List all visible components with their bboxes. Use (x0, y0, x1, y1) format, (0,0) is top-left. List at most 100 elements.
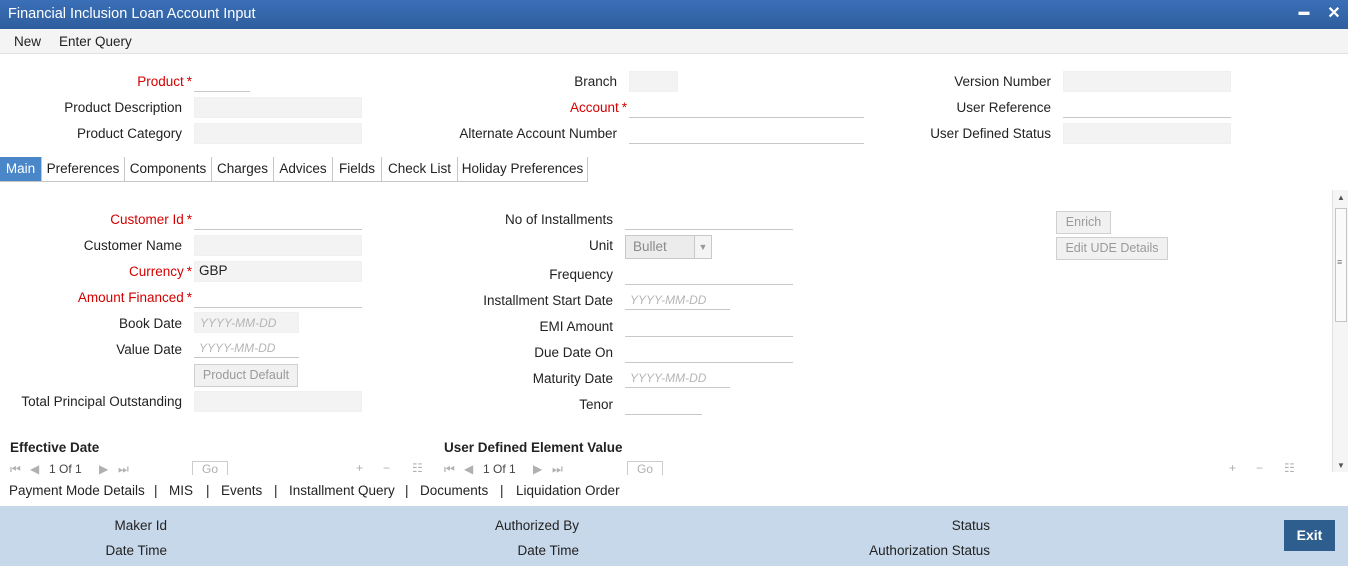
required-marker: * (186, 212, 192, 227)
link-separator: | (500, 483, 504, 498)
last-page-icon[interactable]: ⏭ (552, 462, 563, 475)
next-page-icon[interactable]: ▶ (533, 462, 542, 475)
minimize-icon[interactable]: ▬ (1294, 6, 1314, 28)
customer-name-label: Customer Name (83, 238, 182, 253)
tab-preferences[interactable]: Preferences (42, 157, 125, 182)
exit-button[interactable]: Exit (1284, 520, 1335, 551)
enter-query-menu-item[interactable]: Enter Query (59, 34, 132, 49)
delete-row-icon[interactable]: − (1256, 461, 1263, 475)
alternate-account-number-label: Alternate Account Number (459, 126, 617, 141)
go-button[interactable]: Go (192, 461, 228, 475)
required-marker: * (186, 290, 192, 305)
payment-mode-details-link[interactable]: Payment Mode Details (9, 483, 145, 498)
product-label-text: Product (137, 74, 184, 89)
tab-divider (0, 181, 588, 182)
account-input[interactable] (629, 98, 864, 118)
documents-link[interactable]: Documents (420, 483, 488, 498)
version-number-label: Version Number (954, 74, 1051, 89)
maturity-date-input[interactable]: YYYY-MM-DD (625, 368, 730, 388)
alternate-account-number-input[interactable] (629, 124, 864, 144)
account-label: Account * (570, 100, 627, 115)
prev-page-icon[interactable]: ◀ (30, 462, 39, 475)
maturity-date-label: Maturity Date (532, 371, 613, 386)
first-page-icon[interactable]: ⏮ (444, 462, 455, 475)
scrollbar-thumb[interactable]: ≡ (1335, 208, 1347, 322)
tab-main[interactable]: Main (0, 157, 42, 182)
total-principal-outstanding-field (194, 391, 362, 412)
go-button[interactable]: Go (627, 461, 663, 475)
liquidation-order-link[interactable]: Liquidation Order (516, 483, 620, 498)
view-icon[interactable]: ☷ (1284, 461, 1295, 475)
amount-financed-label: Amount Financed * (78, 290, 192, 305)
scroll-up-icon[interactable]: ▲ (1336, 193, 1346, 202)
customer-id-label-text: Customer Id (110, 212, 184, 227)
link-separator: | (405, 483, 409, 498)
currency-value: GBP (199, 263, 228, 278)
frequency-input[interactable] (625, 265, 793, 285)
customer-id-input[interactable] (194, 210, 362, 230)
value-date-label: Value Date (116, 342, 182, 357)
status-label: Status (951, 518, 990, 533)
tab-check-list[interactable]: Check List (382, 157, 458, 182)
view-icon[interactable]: ☷ (412, 461, 423, 475)
new-menu-item[interactable]: New (14, 34, 41, 49)
unit-label: Unit (588, 238, 613, 253)
scroll-grip-icon: ≡ (1337, 257, 1343, 267)
book-date-input[interactable]: YYYY-MM-DD (194, 312, 299, 333)
tenor-label: Tenor (579, 397, 613, 412)
currency-label: Currency * (129, 264, 192, 279)
first-page-icon[interactable]: ⏮ (10, 462, 21, 475)
tab-components[interactable]: Components (125, 157, 212, 182)
last-page-icon[interactable]: ⏭ (118, 462, 129, 475)
tenor-input[interactable] (625, 395, 702, 415)
required-marker: * (186, 74, 192, 89)
customer-id-label: Customer Id * (110, 212, 192, 227)
value-date-input[interactable]: YYYY-MM-DD (194, 338, 299, 358)
tab-fields[interactable]: Fields (333, 157, 382, 182)
next-page-icon[interactable]: ▶ (99, 462, 108, 475)
tab-holiday-preferences[interactable]: Holiday Preferences (458, 157, 588, 182)
user-reference-input[interactable] (1063, 98, 1231, 118)
unit-select[interactable]: Bullet ▼ (625, 235, 712, 259)
no-of-installments-label: No of Installments (504, 212, 613, 227)
enrich-button[interactable]: Enrich (1056, 211, 1111, 234)
installment-start-date-input[interactable]: YYYY-MM-DD (625, 290, 730, 310)
installment-start-date-label: Installment Start Date (483, 293, 613, 308)
link-separator: | (274, 483, 278, 498)
edit-ude-details-button[interactable]: Edit UDE Details (1056, 237, 1168, 260)
product-default-button[interactable]: Product Default (194, 364, 298, 387)
effective-date-pager: ⏮ ◀ 1 Of 1 ▶ ⏭ Go + − ☷ (10, 461, 430, 475)
add-row-icon[interactable]: + (1229, 461, 1236, 475)
events-link[interactable]: Events (221, 483, 262, 498)
delete-row-icon[interactable]: − (383, 461, 390, 475)
currency-label-text: Currency (128, 264, 184, 279)
user-reference-label: User Reference (956, 100, 1051, 115)
effective-date-heading: Effective Date (10, 440, 100, 455)
dropdown-arrow-icon[interactable]: ▼ (694, 236, 711, 258)
scroll-down-icon[interactable]: ▼ (1336, 461, 1346, 470)
tab-charges[interactable]: Charges (212, 157, 274, 182)
version-number-field (1063, 71, 1231, 92)
close-icon[interactable]: ✕ (1324, 3, 1344, 25)
no-of-installments-input[interactable] (625, 210, 793, 230)
sub-screen-link-bar: Payment Mode Details | MIS | Events | In… (0, 476, 1348, 506)
amount-financed-input[interactable] (194, 288, 362, 308)
vertical-scrollbar[interactable]: ▲ ≡ ▼ (1332, 190, 1348, 472)
product-description-field (194, 97, 362, 118)
customer-name-field (194, 235, 362, 256)
due-date-on-input[interactable] (625, 343, 793, 363)
audit-footer: Maker Id Date Time Authorized By Date Ti… (0, 506, 1348, 566)
installment-start-date-placeholder: YYYY-MM-DD (630, 293, 707, 307)
book-date-label: Book Date (118, 316, 182, 331)
emi-amount-input[interactable] (625, 317, 793, 337)
installment-query-link[interactable]: Installment Query (289, 483, 395, 498)
window-title: Financial Inclusion Loan Account Input (8, 6, 256, 22)
mis-link[interactable]: MIS (169, 483, 193, 498)
tab-advices[interactable]: Advices (274, 157, 333, 182)
product-label: Product * (137, 74, 192, 89)
currency-field: GBP (194, 261, 362, 282)
product-input[interactable] (194, 72, 250, 92)
prev-page-icon[interactable]: ◀ (464, 462, 473, 475)
add-row-icon[interactable]: + (356, 461, 363, 475)
maker-date-time-label: Date Time (105, 543, 167, 558)
